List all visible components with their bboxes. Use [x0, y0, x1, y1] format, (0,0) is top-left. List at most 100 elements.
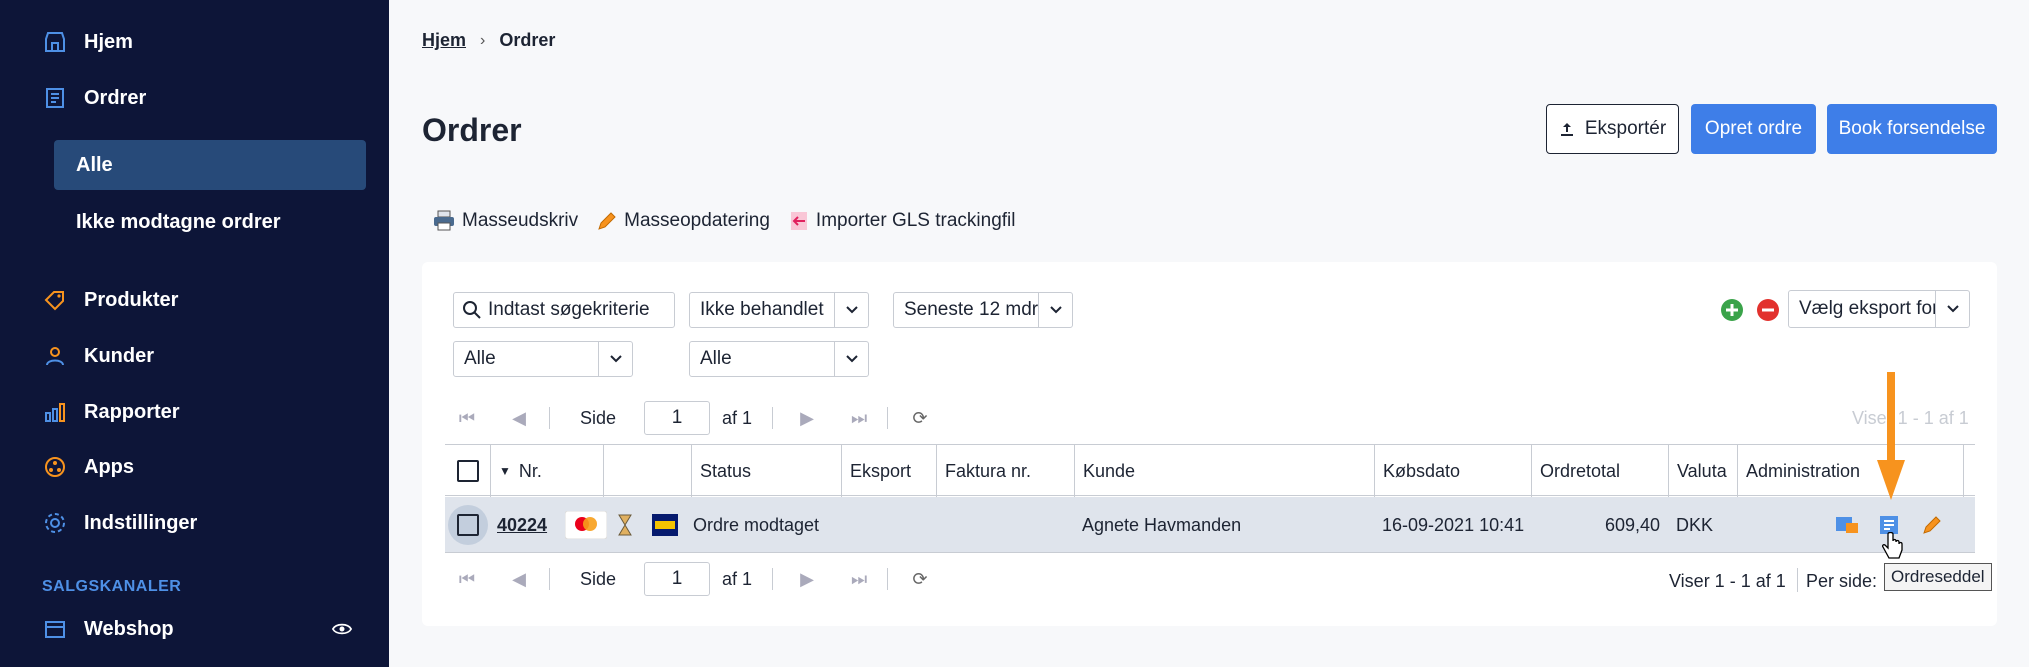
- first-page-icon[interactable]: ⏮: [453, 408, 481, 429]
- export-button[interactable]: Eksportér: [1546, 104, 1679, 154]
- next-page-icon[interactable]: ▶: [793, 569, 821, 590]
- add-circle-icon[interactable]: [1720, 298, 1744, 327]
- search-placeholder: Indtast søgekriterie: [488, 299, 650, 320]
- pager-side-label: Side: [580, 568, 617, 589]
- bulk-print-action[interactable]: Masseudskriv: [432, 210, 578, 232]
- nav-ordrer-label: Ordrer: [84, 86, 147, 109]
- search-input[interactable]: Indtast søgekriterie: [453, 292, 675, 328]
- prev-page-icon[interactable]: ◀: [505, 408, 533, 429]
- nav-apps[interactable]: Apps: [42, 447, 134, 487]
- nav-indstillinger[interactable]: Indstillinger: [42, 503, 197, 543]
- sort-down-icon: ▼: [499, 464, 511, 478]
- eye-icon[interactable]: [331, 619, 353, 644]
- header-eksport[interactable]: Eksport: [842, 445, 937, 497]
- customer-name: Agnete Havmanden: [1082, 514, 1242, 535]
- orders-icon: [42, 85, 68, 111]
- export-format-value: Vælg eksport format: [1799, 298, 1935, 319]
- period-select[interactable]: Seneste 12 mdr: [893, 292, 1073, 328]
- gls-logo-icon: [652, 497, 678, 553]
- pager-bottom-info: Viser 1 - 1 af 1: [1669, 571, 1786, 591]
- order-number-link[interactable]: 40224: [497, 497, 547, 553]
- purchase-date: 16-09-2021 10:41: [1382, 514, 1525, 535]
- bulk-toolbar: Masseudskriv Masseopdatering Importer GL…: [432, 210, 1016, 232]
- header-valuta[interactable]: Valuta: [1669, 445, 1738, 497]
- export-format-select[interactable]: Vælg eksport format: [1788, 290, 1970, 328]
- status-select[interactable]: Ikke behandlet: [689, 292, 869, 328]
- nav-webshop-label: Webshop: [84, 617, 174, 640]
- header-kunde[interactable]: Kunde: [1075, 445, 1375, 497]
- refresh-icon[interactable]: ⟳: [906, 569, 934, 590]
- filter-a-select[interactable]: Alle: [453, 341, 633, 377]
- pencil-icon: [596, 210, 618, 232]
- search-icon: [454, 300, 482, 320]
- nav-indstillinger-label: Indstillinger: [84, 511, 198, 534]
- import-gls-action[interactable]: Importer GLS trackingfil: [788, 210, 1016, 232]
- subnav-alle[interactable]: Alle: [54, 140, 366, 190]
- nav-produkter-label: Produkter: [84, 288, 179, 311]
- prev-page-icon[interactable]: ◀: [505, 569, 533, 590]
- bulk-update-action[interactable]: Masseopdatering: [596, 210, 770, 232]
- first-page-icon[interactable]: ⏮: [453, 569, 481, 590]
- nav-rapporter[interactable]: Rapporter: [42, 392, 180, 432]
- edit-order-icon[interactable]: [1921, 497, 1943, 553]
- subnav-alle-label: Alle: [76, 153, 113, 176]
- pager-top-info: Viser 1 - 1 af 1: [1852, 408, 1969, 428]
- order-total: 609,40: [1604, 514, 1660, 535]
- nav-webshop[interactable]: Webshop: [42, 609, 174, 649]
- nav-hjem[interactable]: Hjem: [42, 22, 133, 62]
- chevron-down-icon: [1038, 293, 1072, 327]
- chevron-down-icon: [1935, 291, 1969, 327]
- bulk-print-label: Masseudskriv: [462, 210, 579, 231]
- page-input[interactable]: 1: [644, 562, 711, 596]
- pager-of-label: af 1: [722, 568, 753, 589]
- bulk-update-label: Masseopdatering: [624, 210, 770, 231]
- select-all-checkbox[interactable]: [456, 460, 479, 482]
- page-input[interactable]: 1: [644, 401, 711, 435]
- header-status[interactable]: Status: [692, 445, 842, 497]
- table-row[interactable]: 40224 Ordre modtaget Agnete Havmanden 16…: [445, 497, 1975, 553]
- refresh-icon[interactable]: ⟳: [906, 408, 934, 429]
- header-nr-label: Nr.: [518, 460, 542, 481]
- chevron-down-icon: [834, 342, 868, 376]
- chevron-down-icon: [598, 342, 632, 376]
- nav-kunder[interactable]: Kunder: [42, 336, 154, 376]
- import-gls-label: Importer GLS trackingfil: [815, 210, 1016, 231]
- nav-produkter[interactable]: Produkter: [42, 280, 178, 320]
- ship-action-icon[interactable]: [1834, 497, 1860, 553]
- per-page-label: Per side:: [1806, 571, 1878, 591]
- pager-of-label: af 1: [722, 407, 753, 428]
- nav-ordrer[interactable]: Ordrer: [42, 78, 146, 118]
- export-button-label: Eksportér: [1584, 118, 1667, 139]
- divider: [1797, 568, 1798, 592]
- store-icon: [42, 616, 68, 642]
- printer-icon: [432, 210, 456, 232]
- filter-b-select[interactable]: Alle: [689, 341, 869, 377]
- nav-rapporter-label: Rapporter: [84, 400, 180, 423]
- arrow-down-icon: [1877, 372, 1905, 500]
- subnav-ikke-modtagne[interactable]: Ikke modtagne ordrer: [54, 197, 366, 247]
- subnav-ikke-modtagne-label: Ikke modtagne ordrer: [76, 210, 281, 233]
- last-page-icon[interactable]: ⏭: [845, 408, 873, 429]
- header-faktura[interactable]: Faktura nr.: [937, 445, 1075, 497]
- nav-kunder-label: Kunder: [84, 344, 154, 367]
- next-page-icon[interactable]: ▶: [793, 408, 821, 429]
- gear-icon: [42, 510, 68, 536]
- book-shipment-button[interactable]: Book forsendelse: [1827, 104, 1997, 154]
- row-select-cell: [448, 497, 488, 553]
- create-order-button[interactable]: Opret ordre: [1691, 104, 1816, 154]
- breadcrumb-current: Ordrer: [499, 30, 556, 50]
- mastercard-icon: [565, 497, 607, 553]
- breadcrumb-home[interactable]: Hjem: [422, 30, 466, 51]
- page-title: Ordrer: [422, 112, 522, 148]
- row-checkbox[interactable]: [448, 505, 488, 545]
- remove-circle-icon[interactable]: [1756, 298, 1780, 327]
- last-page-icon[interactable]: ⏭: [845, 569, 873, 590]
- tag-icon: [42, 287, 68, 313]
- chevron-down-icon: [834, 293, 868, 327]
- import-icon: [788, 210, 810, 232]
- header-ordretotal[interactable]: Ordretotal: [1532, 445, 1669, 497]
- bar-chart-icon: [42, 399, 68, 425]
- header-kobsdato[interactable]: Købsdato: [1375, 445, 1532, 497]
- table-header: ▼ Nr. Status Eksport Faktura nr. Kunde K…: [445, 444, 1975, 497]
- header-admin: Administration: [1738, 445, 1964, 497]
